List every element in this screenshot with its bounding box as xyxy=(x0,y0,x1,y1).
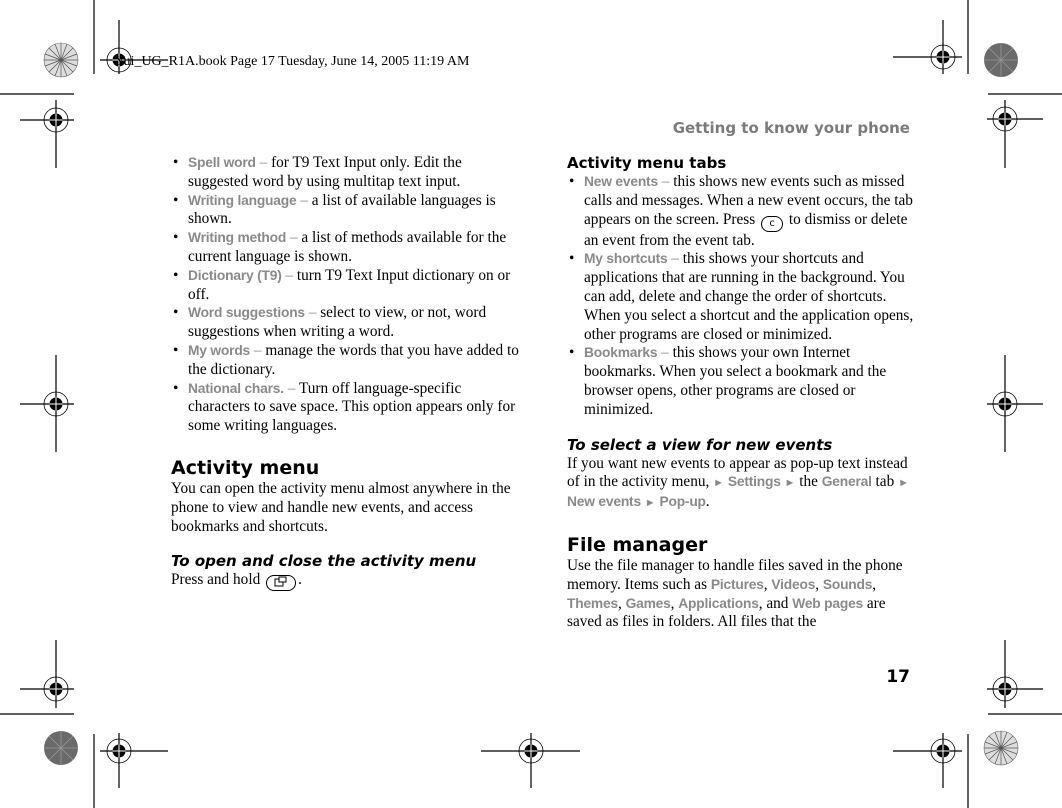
list-item: • National chars. – Turn off language-spe… xyxy=(171,380,521,436)
activity-menu-body: You can open the activity menu almost an… xyxy=(171,479,511,535)
menu-path-settings: Settings xyxy=(727,474,781,490)
open-close-body: Press and hold . xyxy=(171,571,521,592)
file-manager-body: Use the file manager to handle files sav… xyxy=(567,557,917,632)
list-item: • Writing language – a list of available … xyxy=(171,192,521,230)
separator: – xyxy=(281,266,297,284)
bullet-icon: • xyxy=(173,191,179,209)
separator: – xyxy=(657,344,673,362)
list-item: • My words – manage the words that you ha… xyxy=(171,342,521,380)
item-applications: Applications xyxy=(678,595,759,611)
list-item: • My shortcuts – this shows your shortcut… xyxy=(567,250,917,344)
text: tab xyxy=(871,473,899,491)
instruction-text: Press and hold xyxy=(171,571,265,589)
separator: – xyxy=(283,379,299,397)
menu-path-popup: Pop-up xyxy=(659,494,706,510)
term: Writing language xyxy=(188,192,297,208)
arrow-icon: ► xyxy=(784,477,796,490)
item-sounds: Sounds xyxy=(822,576,873,592)
list-item: • New events – this shows new events such… xyxy=(567,173,917,250)
item-videos: Videos xyxy=(771,576,816,592)
punctuation: . xyxy=(705,493,710,511)
bullet-icon: • xyxy=(173,154,179,171)
open-close-heading: To open and close the activity menu xyxy=(171,552,477,571)
term: My words xyxy=(188,342,251,358)
file-manager-heading: File manager xyxy=(567,533,708,556)
separator: – xyxy=(657,173,674,190)
bullet-icon: • xyxy=(569,173,575,190)
term: Bookmarks xyxy=(584,345,658,361)
text: , and xyxy=(758,594,793,612)
list-item: • Spell word – for T9 Text Input only. Ed… xyxy=(171,154,521,192)
term: New events xyxy=(584,174,658,189)
punctuation: . xyxy=(298,571,302,589)
activity-menu-key-icon xyxy=(266,575,297,592)
separator: – xyxy=(286,229,302,247)
bullet-icon: • xyxy=(173,229,179,247)
menu-path-new-events: New events xyxy=(567,494,641,510)
select-view-heading: To select a view for new events xyxy=(567,435,833,454)
activity-menu-tabs-heading: Activity menu tabs xyxy=(567,154,727,172)
book-info-line: Yui_UG_R1A.book Page 17 Tuesday, June 14… xyxy=(115,54,470,69)
bullet-icon: • xyxy=(569,250,575,268)
item-pictures: Pictures xyxy=(710,576,764,592)
separator: – xyxy=(304,304,321,322)
separator: – xyxy=(255,154,272,171)
separator: – xyxy=(250,341,266,359)
text: , xyxy=(815,575,823,593)
list-item: • Dictionary (T9) – turn T9 Text Input di… xyxy=(171,267,521,305)
left-column: • Spell word – for T9 Text Input only. Ed… xyxy=(171,154,521,592)
term: My shortcuts xyxy=(584,251,668,267)
menu-path-general: General xyxy=(821,474,872,490)
bullet-icon: • xyxy=(173,266,179,284)
bullet-icon: • xyxy=(173,304,179,322)
right-column: Activity menu tabs • New events – this sh… xyxy=(567,154,917,632)
arrow-icon: ► xyxy=(898,477,909,490)
term: National chars. xyxy=(188,380,284,396)
term: Spell word xyxy=(188,155,256,170)
bullet-icon: • xyxy=(173,341,179,359)
text-input-options-list: • Spell word – for T9 Text Input only. Ed… xyxy=(171,154,521,436)
item-games: Games xyxy=(625,595,671,611)
text: , xyxy=(872,575,877,593)
running-head: Getting to know your phone xyxy=(672,119,910,137)
select-view-body: If you want new events to appear as pop-… xyxy=(567,455,917,513)
item-themes: Themes xyxy=(567,595,618,611)
separator: – xyxy=(667,250,683,268)
term: Writing method xyxy=(188,230,287,246)
activity-tabs-list: • New events – this shows new events such… xyxy=(567,173,917,420)
term: Dictionary (T9) xyxy=(188,267,282,283)
text: the xyxy=(795,473,822,491)
arrow-icon: ► xyxy=(713,477,725,490)
c-key-icon: c xyxy=(761,215,784,232)
page-number: 17 xyxy=(886,667,910,687)
bullet-icon: • xyxy=(173,379,179,397)
term: Word suggestions xyxy=(188,305,305,321)
item-web-pages: Web pages xyxy=(792,595,864,611)
activity-menu-heading: Activity menu xyxy=(171,456,320,479)
arrow-icon: ► xyxy=(644,497,656,510)
separator: – xyxy=(296,191,312,209)
bullet-icon: • xyxy=(569,344,575,362)
list-item: • Word suggestions – select to view, or n… xyxy=(171,304,521,342)
text: , xyxy=(617,594,626,612)
list-item: • Writing method – a list of methods avai… xyxy=(171,229,521,267)
list-item: • Bookmarks – this shows your own Interne… xyxy=(567,344,917,419)
